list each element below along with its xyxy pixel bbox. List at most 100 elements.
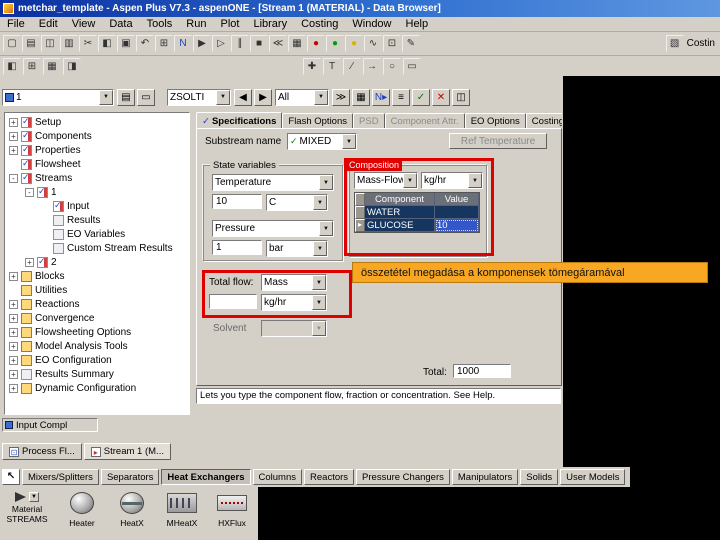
filter-selector[interactable]: All xyxy=(275,88,329,106)
state-variable1-select[interactable]: Temperature xyxy=(212,174,334,191)
control-panel-icon[interactable]: ▦ xyxy=(288,35,306,52)
tree-expander-icon[interactable]: + xyxy=(9,369,18,379)
flowsheet-icon[interactable]: ⊡ xyxy=(383,35,401,52)
pressure-unit-select[interactable]: bar xyxy=(266,240,328,257)
grid-row-selector[interactable] xyxy=(355,206,365,219)
state-variable2-select[interactable]: Pressure xyxy=(212,220,334,237)
open-icon[interactable]: ▤ xyxy=(22,35,40,52)
dropdown-arrow-icon[interactable] xyxy=(312,275,326,290)
dropdown-arrow-icon[interactable] xyxy=(403,173,417,188)
form-icon[interactable]: ▦ xyxy=(43,57,61,75)
grid-icon[interactable]: ⊞ xyxy=(23,57,41,75)
tree-expander-icon[interactable]: + xyxy=(9,383,18,393)
dropdown-arrow-icon[interactable] xyxy=(319,175,333,190)
grid-value-cell[interactable] xyxy=(435,206,479,219)
paste-icon[interactable]: ▣ xyxy=(117,35,135,52)
delete-icon[interactable]: ✕ xyxy=(432,88,450,106)
temperature-input[interactable]: 10 xyxy=(212,194,262,209)
menu-item[interactable]: Edit xyxy=(32,17,65,31)
menu-item[interactable]: View xyxy=(65,17,103,31)
grid-component-cell[interactable]: WATER xyxy=(365,206,435,219)
tree-item[interactable]: EO Variables xyxy=(5,227,189,241)
advance-icon[interactable]: ≫ xyxy=(332,88,350,106)
comments-icon[interactable]: ▭ xyxy=(137,88,155,106)
palette-tab[interactable]: User Models xyxy=(560,469,626,485)
tree-item[interactable]: + Results Summary xyxy=(5,367,189,381)
grid-component-cell[interactable]: GLUCOSE xyxy=(365,219,435,232)
tree-item[interactable]: Custom Stream Results xyxy=(5,241,189,255)
tree-expander-icon[interactable]: + xyxy=(9,341,18,351)
pause-icon[interactable]: ∥ xyxy=(231,35,249,52)
menu-item[interactable]: Library xyxy=(246,17,294,31)
menu-item[interactable]: Plot xyxy=(213,17,246,31)
form-tab[interactable]: Component Attr. xyxy=(384,113,465,128)
tree-item[interactable]: + EO Configuration xyxy=(5,353,189,367)
tree-item[interactable]: Utilities xyxy=(5,283,189,297)
dropdown-arrow-icon[interactable] xyxy=(313,195,327,210)
select-tool-icon[interactable]: ✚ xyxy=(303,57,321,75)
dropdown-arrow-icon[interactable] xyxy=(313,241,327,256)
tree-item[interactable]: + Blocks xyxy=(5,269,189,283)
tree-expander-icon[interactable]: - xyxy=(9,173,18,183)
dropdown-arrow-icon[interactable] xyxy=(314,89,328,105)
tree-expander-icon[interactable]: + xyxy=(9,271,18,281)
object-selector[interactable]: 1 xyxy=(2,88,114,106)
units-selector[interactable]: ZSOLTI xyxy=(167,88,231,106)
ref-temperature-button[interactable]: Ref Temperature xyxy=(449,133,547,149)
dropdown-arrow-icon[interactable] xyxy=(216,89,230,105)
substream-select[interactable]: MIXED xyxy=(287,133,357,150)
reinitialize-icon[interactable]: ≪ xyxy=(269,35,287,52)
window-tab[interactable]: Stream 1 (M... xyxy=(83,443,171,460)
tree-expander-icon[interactable]: + xyxy=(9,117,18,127)
pressure-input[interactable]: 1 xyxy=(212,240,262,255)
dropdown-arrow-icon[interactable] xyxy=(319,221,333,236)
tree-expander-icon[interactable]: + xyxy=(9,355,18,365)
form-tab[interactable]: Flash Options xyxy=(282,113,354,128)
total-flow-unit-select[interactable]: kg/hr xyxy=(261,294,327,311)
plot-icon[interactable]: ∿ xyxy=(364,35,382,52)
form-list-icon[interactable]: ▤ xyxy=(117,88,135,106)
tree-expander-icon[interactable]: + xyxy=(9,327,18,337)
tree-item[interactable]: + Convergence xyxy=(5,311,189,325)
next-input-icon[interactable]: N xyxy=(174,35,192,52)
tree-item[interactable]: + Properties xyxy=(5,143,189,157)
menu-item[interactable]: File xyxy=(0,17,32,31)
step-icon[interactable]: ▷ xyxy=(212,35,230,52)
menu-item[interactable]: Costing xyxy=(294,17,345,31)
total-flow-basis-select[interactable]: Mass xyxy=(261,274,327,291)
dropdown-arrow-icon[interactable] xyxy=(99,89,113,105)
palette-tab[interactable]: Reactors xyxy=(304,469,355,485)
form-tab[interactable]: Costing xyxy=(525,113,562,128)
eo-view-icon[interactable]: ≡ xyxy=(392,88,410,106)
tree-item[interactable]: + Flowsheeting Options xyxy=(5,325,189,339)
annotate-icon[interactable]: ✎ xyxy=(402,35,420,52)
status-run-icon[interactable]: ● xyxy=(326,35,344,52)
grid-value-cell[interactable]: 10 xyxy=(435,219,479,232)
tree-item[interactable]: Input xyxy=(5,199,189,213)
run-icon[interactable]: ▶ xyxy=(193,35,211,52)
tree-item[interactable]: - Streams xyxy=(5,171,189,185)
total-flow-input[interactable] xyxy=(209,294,257,309)
oval-tool-icon[interactable]: ○ xyxy=(383,57,401,75)
workbook-icon[interactable]: ◧ xyxy=(3,57,21,75)
split-view-icon[interactable]: ◨ xyxy=(63,57,81,75)
grid-row-selector[interactable]: ▸ xyxy=(355,219,365,232)
menu-item[interactable]: Run xyxy=(179,17,213,31)
dropdown-arrow-icon[interactable] xyxy=(342,134,356,149)
tree-expander-icon[interactable]: + xyxy=(9,131,18,141)
line-tool-icon[interactable]: ∕ xyxy=(343,57,361,75)
copy-icon[interactable]: ◧ xyxy=(98,35,116,52)
text-tool-icon[interactable]: T xyxy=(323,57,341,75)
tree-item[interactable]: Flowsheet xyxy=(5,157,189,171)
composition-basis-select[interactable]: Mass-Flow xyxy=(354,172,418,189)
tree-expander-icon[interactable]: - xyxy=(25,187,34,197)
menu-item[interactable]: Help xyxy=(399,17,436,31)
stream-dropdown-icon[interactable] xyxy=(29,492,39,502)
data-browser-icon[interactable]: ⊞ xyxy=(155,35,173,52)
form-tab[interactable]: Specifications xyxy=(196,112,283,128)
solvent-select[interactable] xyxy=(261,320,327,337)
tree-item[interactable]: + Dynamic Configuration xyxy=(5,381,189,395)
model-heatx[interactable]: HeatX xyxy=(110,490,154,528)
palette-tab[interactable]: Mixers/Splitters xyxy=(22,469,99,485)
palette-tab[interactable]: Columns xyxy=(252,469,303,485)
